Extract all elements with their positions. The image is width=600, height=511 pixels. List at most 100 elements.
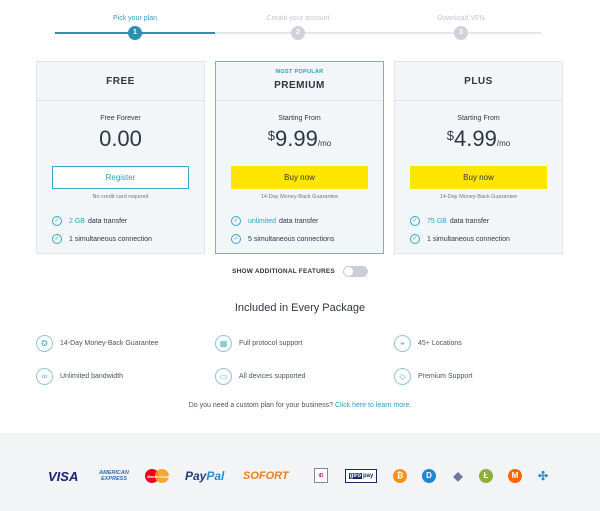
plan-price: 0.00: [37, 126, 204, 154]
step-dot-3[interactable]: 3: [454, 26, 468, 40]
check-icon: ✓: [231, 234, 241, 244]
price-amount: 9.99: [275, 126, 318, 151]
plan-note: No credit card required: [92, 194, 149, 200]
learn-more-link[interactable]: Click here to learn more.: [335, 402, 411, 409]
plan-note: 14-Day Money-Back Guarantee: [439, 194, 518, 200]
included-item: ∞ Unlimited bandwidth: [36, 368, 123, 385]
feature-text: 5 simultaneous connections: [248, 235, 335, 243]
price-period: /mo: [496, 139, 511, 148]
price-caption: Starting From: [457, 115, 500, 122]
feature-highlight: 75 GB: [427, 217, 447, 225]
included-label: 45+ Locations: [418, 340, 462, 347]
dash-icon: D: [422, 469, 436, 483]
giropay-logo: giro pay: [345, 469, 377, 483]
price-amount: 4.99: [454, 126, 497, 151]
custom-plan-line: Do you need a custom plan for your busin…: [0, 402, 600, 409]
location-pin-icon: ⌖: [394, 335, 411, 352]
bitcoin-icon: ₿: [393, 469, 407, 483]
diamond-icon: ◇: [394, 368, 411, 385]
amex-logo: AMERICAN EXPRESS: [96, 469, 132, 483]
feature-text: data transfer: [87, 217, 128, 225]
paypal-logo: Pay Pal: [185, 469, 224, 483]
price-caption: Free Forever: [100, 115, 141, 122]
feature-highlight: 2 GB: [69, 217, 85, 225]
plan-header: MOST POPULAR PREMIUM: [216, 62, 383, 101]
included-item: ⌖ 45+ Locations: [394, 335, 462, 352]
step-label-download: Download VPN: [437, 15, 485, 22]
giropay-wordmark-b: pay: [363, 473, 374, 479]
check-icon: ✓: [52, 234, 62, 244]
feature-item: ✓ 1 simultaneous connection: [52, 230, 204, 248]
toggle-label: SHOW ADDITIONAL FEATURES: [232, 268, 335, 275]
mastercard-wordmark: MasterCard: [146, 473, 169, 479]
feature-item: ✓ 2 GB data transfer: [52, 212, 204, 230]
plan-name: PREMIUM: [274, 80, 325, 91]
plan-header: PLUS: [395, 62, 562, 101]
feature-list: ✓ unlimited data transfer ✓ 5 simultaneo…: [231, 212, 383, 248]
checkout-stepper: Pick your plan Create your account Downl…: [0, 0, 600, 45]
included-title: Included in Every Package: [234, 302, 366, 314]
buy-now-button[interactable]: Buy now: [231, 166, 368, 189]
included-item: ▭ All devices supported: [215, 368, 306, 385]
price-period: /mo: [317, 139, 332, 148]
included-label: All devices supported: [239, 373, 306, 380]
feature-text: 1 simultaneous connection: [427, 235, 510, 243]
plan-card-plus: PLUS Starting From $4.99/mo Buy now 14-D…: [394, 61, 563, 254]
register-button[interactable]: Register: [52, 166, 189, 189]
step-dot-1[interactable]: 1: [128, 26, 142, 40]
feature-item: ✓ 75 GB data transfer: [410, 212, 562, 230]
plan-price: $4.99/mo: [395, 126, 562, 154]
bandwidth-icon: ∞: [36, 368, 53, 385]
ideal-logo: iD: [314, 468, 328, 483]
plan-price: $9.99/mo: [216, 126, 383, 154]
price-currency: $: [267, 128, 276, 143]
plan-card-free: FREE Free Forever 0.00 Register No credi…: [36, 61, 205, 254]
feature-item: ✓ 5 simultaneous connections: [231, 230, 383, 248]
feature-text: 1 simultaneous connection: [69, 235, 152, 243]
amex-line-2: EXPRESS: [101, 476, 127, 482]
buy-now-button[interactable]: Buy now: [410, 166, 547, 189]
feature-highlight: unlimited: [248, 217, 277, 225]
step-dot-2[interactable]: 2: [291, 26, 305, 40]
additional-features-toggle[interactable]: [342, 266, 368, 277]
mastercard-logo: MasterCard: [145, 469, 171, 483]
included-item: ✪ 14-Day Money-Back Guarantee: [36, 335, 158, 352]
protocol-icon: ▦: [215, 335, 232, 352]
sofort-logo: SOFORT: [243, 470, 289, 482]
check-icon: ✓: [410, 216, 420, 226]
litecoin-icon: Ł: [479, 469, 493, 483]
feature-list: ✓ 75 GB data transfer ✓ 1 simultaneous c…: [410, 212, 562, 248]
ethereum-icon: ◆: [453, 469, 463, 483]
check-icon: ✓: [410, 234, 420, 244]
step-label-create-account: Create your account: [266, 15, 330, 22]
included-label: Premium Support: [418, 373, 473, 380]
ripple-icon: ✣: [537, 469, 549, 483]
monero-icon: M: [508, 469, 522, 483]
plan-name: FREE: [106, 76, 135, 87]
included-label: 14-Day Money-Back Guarantee: [60, 340, 159, 347]
feature-text: data transfer: [449, 217, 490, 225]
plan-card-premium: MOST POPULAR PREMIUM Starting From $9.99…: [215, 61, 384, 254]
paypal-wordmark-a: Pay: [185, 469, 207, 483]
most-popular-badge: MOST POPULAR: [275, 69, 324, 75]
feature-item: ✓ 1 simultaneous connection: [410, 230, 562, 248]
additional-features-toggle-row: SHOW ADDITIONAL FEATURES: [0, 266, 600, 277]
devices-icon: ▭: [215, 368, 232, 385]
included-item: ◇ Premium Support: [394, 368, 472, 385]
plan-name: PLUS: [464, 76, 493, 87]
feature-text: data transfer: [279, 217, 319, 225]
feature-item: ✓ unlimited data transfer: [231, 212, 383, 230]
included-item: ▦ Full protocol support: [215, 335, 302, 352]
feature-list: ✓ 2 GB data transfer ✓ 1 simultaneous co…: [52, 212, 204, 248]
price-caption: Starting From: [278, 115, 321, 122]
price-currency: $: [446, 128, 455, 143]
guarantee-icon: ✪: [36, 335, 53, 352]
payment-methods-footer: VISA AMERICAN EXPRESS MasterCard Pay Pal …: [0, 433, 600, 511]
check-icon: ✓: [52, 216, 62, 226]
custom-plan-text: Do you need a custom plan for your busin…: [188, 402, 334, 409]
included-label: Unlimited bandwidth: [60, 373, 124, 380]
giropay-wordmark-a: giro: [348, 473, 362, 479]
visa-logo: VISA: [48, 468, 79, 484]
toggle-knob: [343, 267, 353, 276]
check-icon: ✓: [231, 216, 241, 226]
